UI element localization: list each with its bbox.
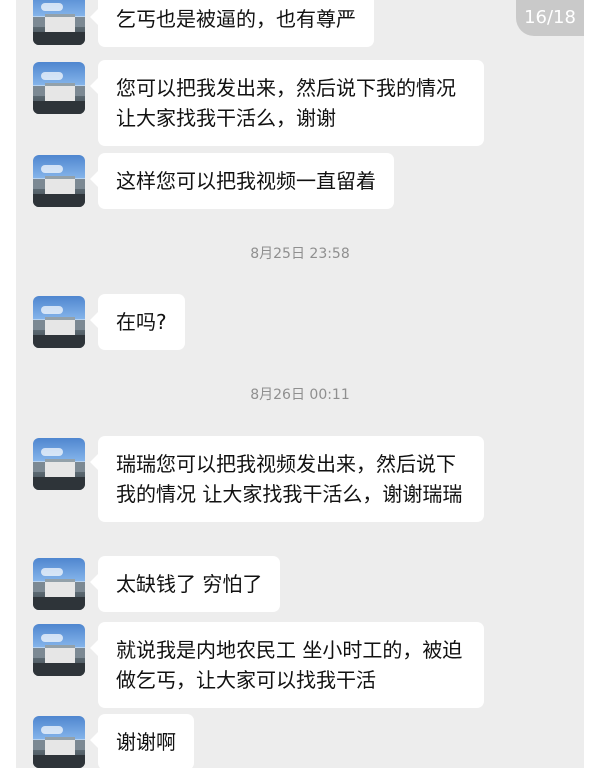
message-bubble[interactable]: 太缺钱了 穷怕了 [89,556,281,612]
avatar[interactable] [33,155,85,207]
message-bubble[interactable]: 谢谢啊 [90,714,194,768]
message-bubble[interactable]: 这样您可以把我视频一直留着 [90,153,394,209]
avatar[interactable] [33,0,85,45]
message-row: 乞丐也是被逼的，也有尊严 [33,0,573,51]
message-row: 就说我是内地农民工 坐小时工的，被迫做乞丐，让大家可以找我干活 [33,622,573,708]
avatar[interactable] [33,62,85,114]
message-row: 谢谢啊 [33,714,573,768]
message-row: 瑞瑞您可以把我视频发出来，然后说下我的情况 让大家找我干活么，谢谢瑞瑞 [33,436,573,544]
avatar[interactable] [33,438,85,490]
message-row: 在吗? [33,294,573,350]
message-bubble[interactable]: 瑞瑞您可以把我视频发出来，然后说下我的情况 让大家找我干活么，谢谢瑞瑞 [90,436,484,522]
message-bubble[interactable]: 乞丐也是被逼的，也有尊严 [90,0,374,47]
avatar[interactable] [33,558,85,610]
message-row: 太缺钱了 穷怕了 [33,556,573,612]
message-bubble[interactable]: 就说我是内地农民工 坐小时工的，被迫做乞丐，让大家可以找我干活 [90,622,484,708]
avatar[interactable] [33,624,85,676]
chat-history-view: 16/18 乞丐也是被逼的，也有尊严 您可以把我发出来，然后说下我的情况 让大家… [16,0,584,768]
message-bubble[interactable]: 在吗? [90,294,185,350]
message-row: 这样您可以把我视频一直留着 [33,153,573,209]
avatar[interactable] [33,716,85,768]
timestamp: 8月25日 23:58 [250,246,350,262]
message-bubble[interactable]: 您可以把我发出来，然后说下我的情况 让大家找我干活么，谢谢 [90,60,484,146]
message-row: 您可以把我发出来，然后说下我的情况 让大家找我干活么，谢谢 [33,60,573,146]
timestamp: 8月26日 00:11 [250,387,350,403]
avatar[interactable] [33,296,85,348]
